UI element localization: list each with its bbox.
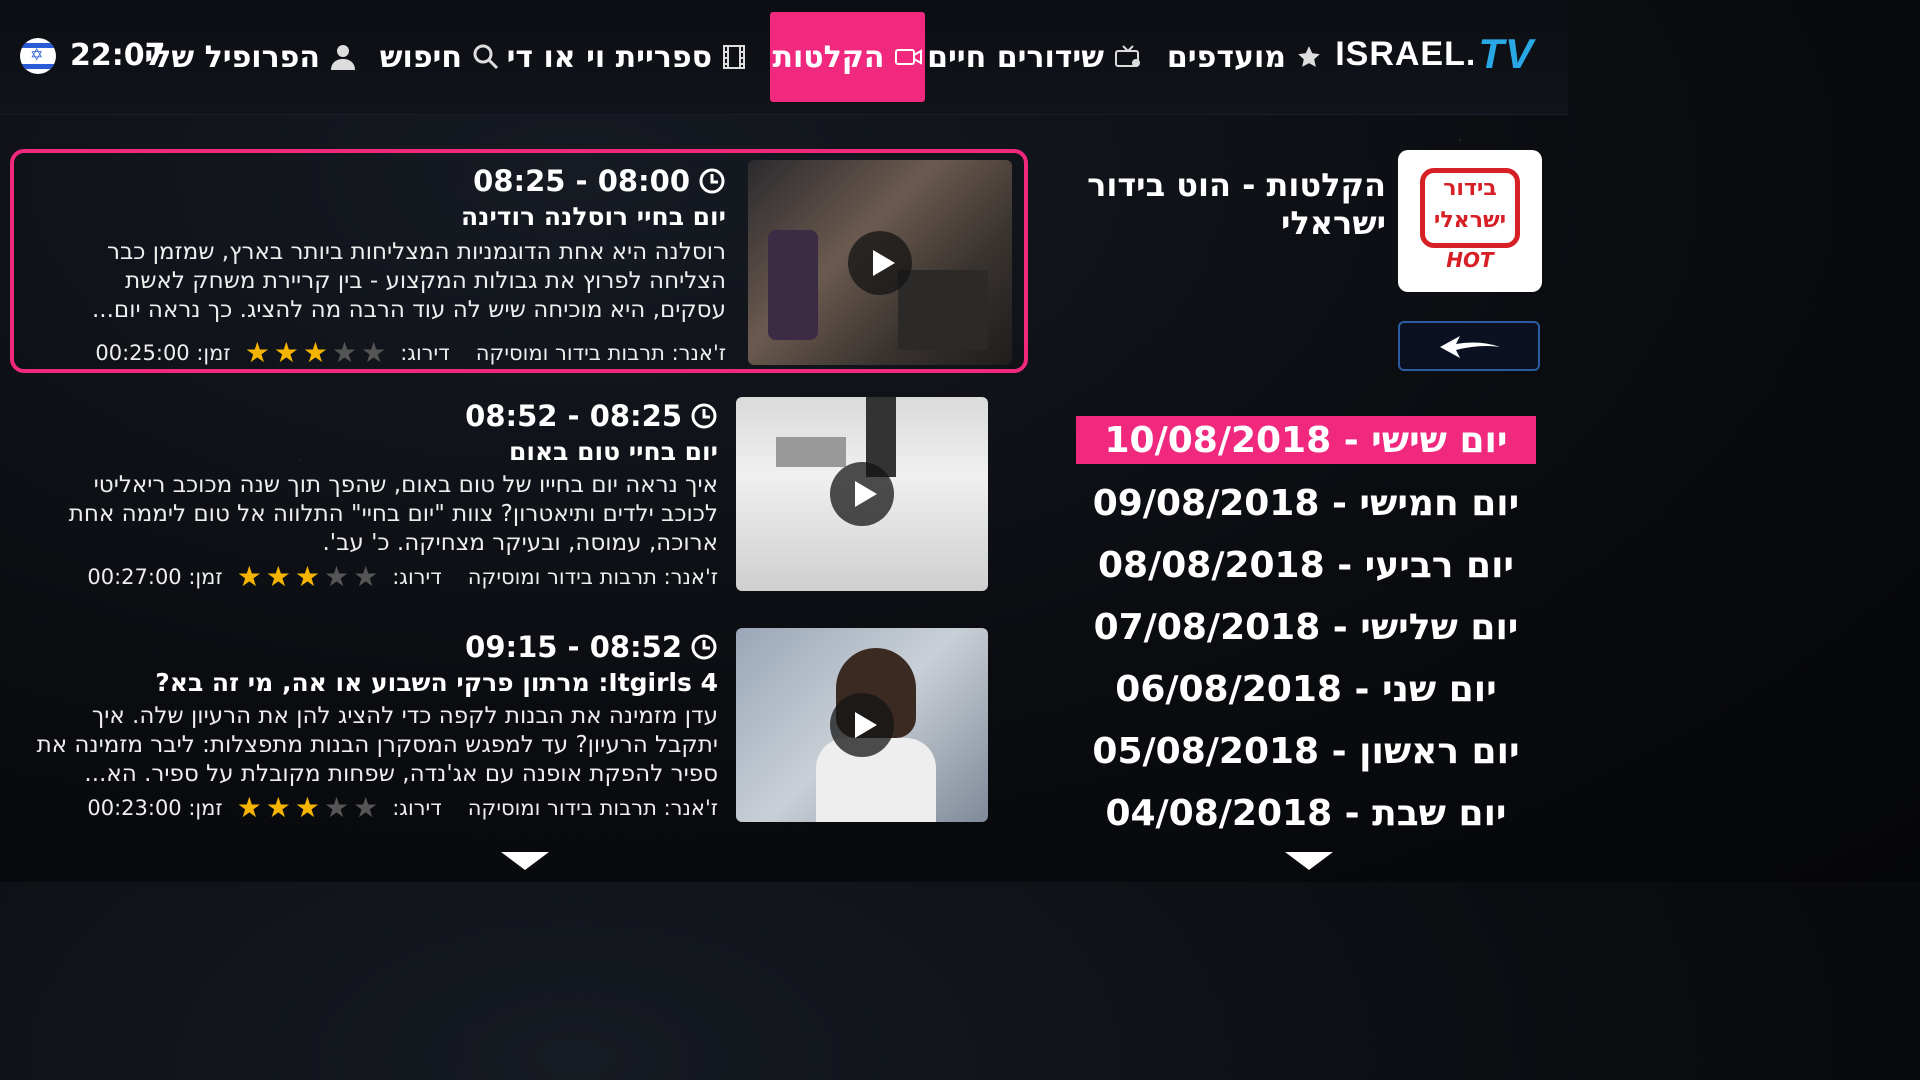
user-icon [330, 43, 356, 71]
nav-label: שידורים חיים [927, 39, 1104, 75]
date-item[interactable]: יום רביעי - 08/08/2018 [1076, 541, 1536, 589]
nav-profile[interactable]: הפרופיל שלי [144, 12, 356, 102]
film-icon [722, 44, 746, 70]
logo-tv: TV [1478, 30, 1534, 77]
nav-favorites[interactable]: מועדפים [1167, 12, 1322, 102]
rating-stars: ★ ★ ★ ★ ★ [244, 336, 387, 369]
program-genre: ז'אנר: תרבות בידור ומוסיקה [475, 341, 726, 365]
program-description: עדן מזמינה את הבנות לקפה כדי להציג להן א… [36, 703, 718, 787]
program-item[interactable]: 08:00 - 08:25 יום בחיי רוסלנה רודינה רוס… [46, 164, 726, 369]
play-icon[interactable] [830, 462, 894, 526]
date-item[interactable]: יום ראשון - 05/08/2018 [1076, 727, 1536, 775]
program-time: 08:52 - 09:15 [465, 630, 718, 664]
clock-icon [691, 634, 717, 660]
israel-flag-icon[interactable]: ✡ [20, 38, 56, 74]
program-time: 08:00 - 08:25 [473, 164, 726, 198]
program-thumbnail[interactable] [736, 397, 988, 591]
program-duration: זמן: 00:25:00 [95, 341, 231, 365]
logo-line-1: בידור [1443, 176, 1497, 201]
clock: 22:07 [70, 38, 166, 73]
logo-text: ISRAEL. [1335, 34, 1477, 73]
date-item[interactable]: יום חמישי - 09/08/2018 [1076, 479, 1536, 527]
nav-label: חיפוש [379, 39, 462, 75]
clock-icon [691, 403, 717, 429]
dates-scroll-down-arrow-icon[interactable] [1285, 852, 1333, 870]
channel-title: הקלטות - הוט בידור ישראלי [1087, 166, 1386, 242]
tv-icon [1114, 44, 1142, 70]
nav-search[interactable]: חיפוש [380, 12, 500, 102]
rating-label: דירוג: [392, 565, 442, 589]
program-genre: ז'אנר: תרבות בידור ומוסיקה [467, 796, 718, 820]
clock-icon [699, 168, 725, 194]
rating-label: דירוג: [392, 796, 442, 820]
program-item[interactable]: 08:52 - 09:15 Itgirls 4: מרתון פרקי השבו… [28, 630, 718, 824]
nav-vod[interactable]: ספריית וי או די [507, 12, 746, 102]
nav-label: ספריית וי או די [506, 39, 712, 75]
date-item[interactable]: יום שבת - 04/08/2018 [1076, 789, 1536, 837]
play-icon[interactable] [848, 230, 912, 295]
nav-live[interactable]: שידורים חיים [927, 12, 1142, 102]
program-meta: ז'אנר: תרבות בידור ומוסיקה דירוג: ★ ★ ★ ★ ★ … [87, 563, 718, 591]
video-camera-icon [894, 47, 923, 67]
nav-label: הפרופיל שלי [144, 39, 320, 75]
search-icon [472, 43, 500, 71]
nav-recordings[interactable]: הקלטות [770, 12, 925, 102]
back-button[interactable] [1398, 321, 1540, 371]
hot-logo: HOT [1446, 248, 1494, 272]
program-title: Itgirls 4: מרתון פרקי השבוע או אה, מי זה… [155, 668, 718, 697]
date-item[interactable]: יום שלישי - 07/08/2018 [1076, 603, 1536, 651]
back-arrow-icon [1440, 336, 1500, 358]
program-meta: ז'אנר: תרבות בידור ומוסיקה דירוג: ★ ★ ★ ★ ★ … [95, 339, 726, 367]
program-time: 08:25 - 08:52 [465, 399, 718, 433]
program-duration: זמן: 00:23:00 [87, 796, 223, 820]
rating-stars: ★ ★ ★ ★ ★ [236, 560, 379, 593]
scroll-down-arrow-icon[interactable] [501, 852, 549, 870]
program-item[interactable]: 08:25 - 08:52 יום בחיי טום באום איך נראה… [38, 399, 718, 593]
program-genre: ז'אנר: תרבות בידור ומוסיקה [467, 565, 718, 589]
program-duration: זמן: 00:27:00 [87, 565, 223, 589]
top-navigation-bar: ISRAEL. TV מועדפים שידורים חיים הקלטות ספ… [0, 0, 1568, 115]
program-description: איך נראה יום בחייו של טום באום, שהפך תוך… [68, 472, 718, 556]
program-meta: ז'אנר: תרבות בידור ומוסיקה דירוג: ★ ★ ★ ★ ★ … [87, 794, 718, 822]
nav-label: הקלטות [772, 39, 885, 75]
program-description: רוסלנה היא אחת הדוגמניות המצליחות ביותר … [92, 239, 726, 323]
date-item-selected[interactable]: יום שישי - 10/08/2018 [1076, 416, 1536, 464]
rating-stars: ★ ★ ★ ★ ★ [236, 791, 379, 824]
rating-label: דירוג: [400, 341, 450, 365]
program-title: יום בחיי טום באום [508, 437, 718, 466]
play-icon[interactable] [830, 693, 894, 757]
program-thumbnail[interactable] [748, 160, 1012, 365]
nav-label: מועדפים [1166, 39, 1286, 75]
israel-tv-logo[interactable]: ISRAEL. TV [1335, 30, 1534, 78]
star-icon [1296, 44, 1322, 70]
date-item[interactable]: יום שני - 06/08/2018 [1076, 665, 1536, 713]
program-time-text: 08:52 - 09:15 [465, 630, 682, 664]
program-time-text: 08:25 - 08:52 [465, 399, 682, 433]
channel-logo: בידור ישראלי HOT [1398, 150, 1542, 292]
program-thumbnail[interactable] [736, 628, 988, 822]
program-title: יום בחיי רוסלנה רודינה [460, 202, 726, 231]
program-time-text: 08:00 - 08:25 [473, 164, 690, 198]
logo-line-2: ישראלי [1433, 208, 1507, 233]
